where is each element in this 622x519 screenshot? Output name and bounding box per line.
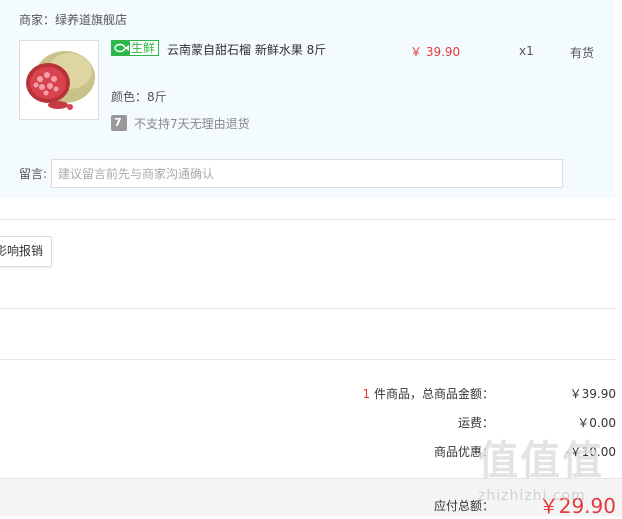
section-divider: [0, 359, 615, 360]
product-name-link[interactable]: 云南蒙自甜石榴 新鲜水果 8斤: [167, 41, 326, 58]
item-count-label: 件商品，总商品金额：: [373, 387, 494, 401]
merchant-name: 商家：绿养道旗舰店: [19, 11, 127, 28]
product-price: ￥ 39.90: [410, 45, 461, 59]
merchant-label: 商家：: [19, 13, 56, 27]
section-divider: [0, 219, 615, 220]
section-divider: [0, 308, 615, 309]
item-count-row: 1 件商品，总商品金额：: [363, 385, 494, 402]
fish-icon: [112, 41, 130, 55]
stock-status: 有货: [570, 46, 595, 60]
product-quantity: x1: [519, 44, 534, 58]
no-7day-return-icon: 7: [111, 115, 127, 131]
watermark-logo: 值值值: [478, 438, 604, 484]
no-return-icon-glyph: 7: [114, 116, 122, 129]
note-input[interactable]: [51, 159, 563, 188]
pomegranate-image: [26, 51, 95, 110]
subtotal-value: ￥39.90: [569, 387, 616, 401]
fresh-tag-label: 生鲜: [131, 41, 156, 55]
watermark-text: zhizhizhi.com: [478, 488, 586, 504]
fresh-tag: 生鲜: [111, 40, 159, 56]
merchant-link[interactable]: 绿养道旗舰店: [55, 13, 127, 27]
product-spec: 颜色：8斤: [111, 90, 167, 104]
note-label: 留言:: [19, 167, 48, 181]
reimburse-button[interactable]: 影响报销: [0, 236, 52, 267]
item-count: 1: [362, 387, 371, 401]
return-policy-text: 不支持7天无理由退货: [134, 117, 250, 131]
product-thumbnail[interactable]: [19, 40, 99, 120]
